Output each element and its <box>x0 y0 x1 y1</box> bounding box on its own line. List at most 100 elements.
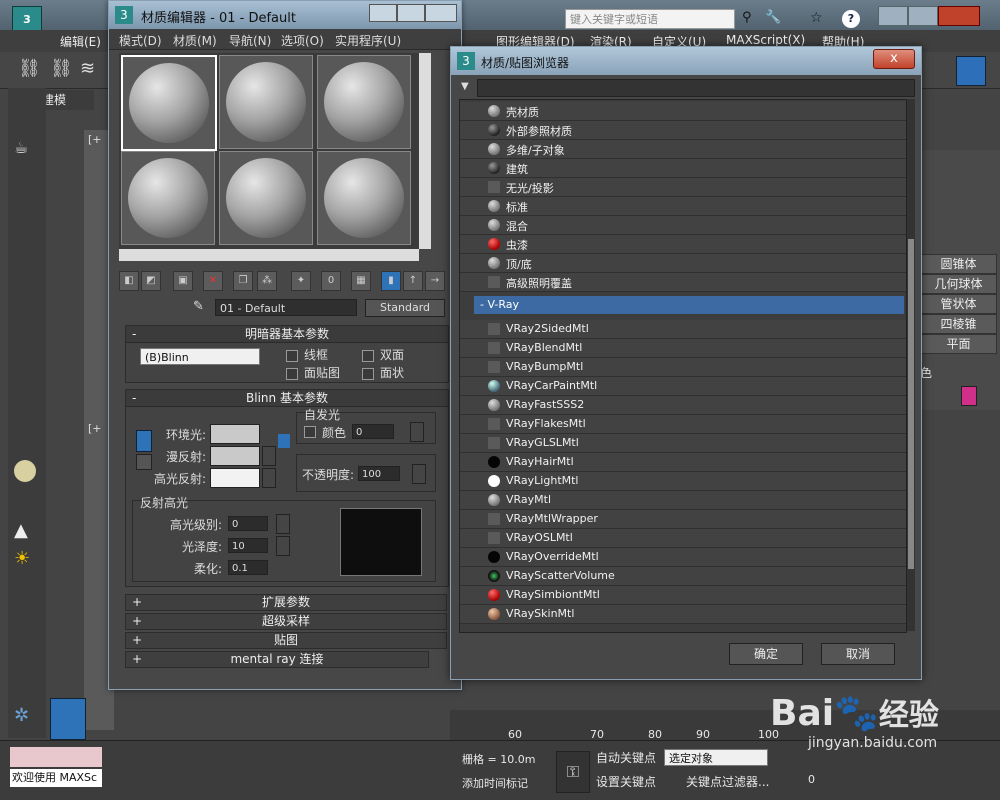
diffuse-color-swatch[interactable] <box>210 446 260 466</box>
put-library-icon[interactable]: ✦ <box>291 271 311 291</box>
browser-options-icon[interactable]: ▼ <box>461 81 471 92</box>
unlink-icon[interactable]: ⛓ <box>50 58 74 82</box>
slots-scrollbar-v[interactable] <box>419 53 431 249</box>
vray-group-header[interactable]: - V-Ray <box>474 296 904 314</box>
close-main-button[interactable] <box>938 6 980 26</box>
glossiness-spinner[interactable]: 10 <box>228 538 268 553</box>
material-id-icon[interactable]: 0 <box>321 271 341 291</box>
pick-material-icon[interactable]: ✎ <box>193 299 209 315</box>
delete-icon[interactable]: ✕ <box>203 271 223 291</box>
browser-list[interactable]: 壳材质 外部参照材质 多维/子对象 建筑 无光/投影 标准 混合 虫漆 顶/底 高级照明覆盖 - V… <box>459 99 907 633</box>
maxscript-listener-pink[interactable] <box>10 747 102 767</box>
add-time-tag[interactable]: 添加时间标记 <box>462 775 528 791</box>
browser-list-item[interactable]: VRayMtlWrapper <box>460 510 906 529</box>
help-icon[interactable]: ? <box>842 10 860 28</box>
browser-search-input[interactable] <box>477 79 915 97</box>
self-illum-spinner[interactable]: 0 <box>352 424 394 439</box>
browser-list-item[interactable]: VRayCarPaintMtl <box>460 377 906 396</box>
link-icon[interactable]: ⛓ <box>18 58 42 82</box>
copy-material-icon[interactable]: ❐ <box>233 271 253 291</box>
go-parent-icon[interactable]: ↑ <box>403 271 423 291</box>
browser-list-item[interactable]: 壳材质 <box>460 102 906 121</box>
browser-scroll-thumb[interactable] <box>908 239 914 569</box>
self-illum-color-checkbox[interactable] <box>304 426 316 438</box>
slots-scrollbar-h[interactable] <box>119 249 419 261</box>
cancel-button[interactable]: 取消 <box>821 643 895 665</box>
key-filters-button[interactable]: 关键点过滤器... <box>686 773 769 790</box>
two-sided-checkbox[interactable] <box>362 350 374 362</box>
browser-list-item[interactable]: VRayMtl <box>460 491 906 510</box>
menu-maxscript[interactable]: MAXScript(X) <box>726 33 805 47</box>
glossiness-map-button[interactable] <box>276 536 290 556</box>
viewport-label-top[interactable]: [+ <box>88 133 102 146</box>
browser-list-item[interactable]: VRayLightMtl <box>460 472 906 491</box>
shader-type-dropdown[interactable]: (B)Blinn <box>140 348 260 365</box>
material-name-field[interactable]: 01 - Default <box>215 299 357 316</box>
browser-list-item[interactable]: VRay2SidedMtl <box>460 320 906 339</box>
browser-list-item[interactable]: 无光/投影 <box>460 178 906 197</box>
show-end-result-icon[interactable]: ▮ <box>381 271 401 291</box>
shader-rollout-header[interactable]: - 明暗器基本参数 <box>126 326 448 343</box>
blinn-rollout-header[interactable]: - Blinn 基本参数 <box>126 390 448 407</box>
faceted-checkbox[interactable] <box>362 368 374 380</box>
assign-material-icon[interactable]: ▣ <box>173 271 193 291</box>
browser-list-item[interactable]: VRayBumpMtl <box>460 358 906 377</box>
browser-list-item[interactable]: VRayOverrideMtl <box>460 548 906 567</box>
specular-color-swatch[interactable] <box>210 468 260 488</box>
me-menu-utilities[interactable]: 实用程序(U) <box>335 32 401 49</box>
selected-object-dropdown[interactable]: 选定对象 <box>664 749 768 766</box>
me-menu-material[interactable]: 材质(M) <box>173 32 217 49</box>
tube-button[interactable]: 管状体 <box>920 294 997 314</box>
browser-list-item[interactable]: VRayBlendMtl <box>460 339 906 358</box>
browser-list-item[interactable]: 混合 <box>460 216 906 235</box>
spec-level-spinner[interactable]: 0 <box>228 516 268 531</box>
me-menu-mode[interactable]: 模式(D) <box>119 32 162 49</box>
browser-list-item[interactable]: 多维/子对象 <box>460 140 906 159</box>
minimize-button[interactable] <box>878 6 908 26</box>
browser-list-item[interactable]: VRaySimbiontMtl <box>460 586 906 605</box>
wire-checkbox[interactable] <box>286 350 298 362</box>
viewport-layout-button[interactable] <box>50 698 86 740</box>
self-illum-map-button[interactable] <box>410 422 424 442</box>
star-icon[interactable]: ☆ <box>810 10 828 26</box>
viewport-label-bottom[interactable]: [+ <box>88 422 102 435</box>
browser-list-item[interactable]: VRaySkinMtl <box>460 605 906 624</box>
extended-params-rollout[interactable]: + 扩展参数 <box>125 594 447 611</box>
auto-key-button[interactable]: 自动关键点 <box>596 749 656 766</box>
sample-slot-3[interactable] <box>317 55 411 149</box>
go-sibling-icon[interactable]: → <box>425 271 445 291</box>
browser-titlebar[interactable]: 3 材质/贴图浏览器 x <box>451 47 921 75</box>
sun-icon[interactable]: ☀ <box>14 548 36 570</box>
sample-slot-6[interactable] <box>317 151 411 245</box>
browser-list-item[interactable]: 顶/底 <box>460 254 906 273</box>
mental-ray-rollout[interactable]: + mental ray 连接 <box>125 651 429 668</box>
get-material-icon[interactable]: ◧ <box>119 271 139 291</box>
browser-list-item[interactable]: 虫漆 <box>460 235 906 254</box>
material-type-button[interactable]: Standard <box>365 299 445 317</box>
sample-slot-5[interactable] <box>219 151 313 245</box>
browser-list-item[interactable]: 建筑 <box>460 159 906 178</box>
me-maximize-button[interactable] <box>397 4 425 22</box>
browser-list-item[interactable]: 外部参照材质 <box>460 121 906 140</box>
geosphere-button[interactable]: 几何球体 <box>920 274 997 294</box>
teapot-icon[interactable]: ☕ <box>14 138 38 160</box>
frame-field[interactable]: 0 <box>808 773 815 786</box>
me-menu-options[interactable]: 选项(O) <box>281 32 324 49</box>
unique-icon[interactable]: ⁂ <box>257 271 277 291</box>
browser-list-item[interactable]: 高级照明覆盖 <box>460 273 906 292</box>
gear-icon[interactable]: ✲ <box>14 705 36 727</box>
menu-edit[interactable]: 编辑(E) <box>60 33 101 50</box>
diffuse-map-button[interactable] <box>262 446 276 466</box>
sample-slot-1[interactable] <box>121 55 217 151</box>
key-mode-icon[interactable]: ⚿ <box>556 751 590 793</box>
me-minimize-button[interactable] <box>369 4 397 22</box>
lock-ambient-diffuse-icon[interactable] <box>136 430 152 452</box>
key-icon[interactable]: 🔧 <box>765 10 783 26</box>
ok-button[interactable]: 确定 <box>729 643 803 665</box>
sphere-tool-icon[interactable] <box>14 460 36 482</box>
me-close-button[interactable] <box>425 4 457 22</box>
specular-map-button[interactable] <box>262 468 276 488</box>
cone-button[interactable]: 圆锥体 <box>920 254 997 274</box>
soften-spinner[interactable]: 0.1 <box>228 560 268 575</box>
sample-slot-2[interactable] <box>219 55 313 149</box>
